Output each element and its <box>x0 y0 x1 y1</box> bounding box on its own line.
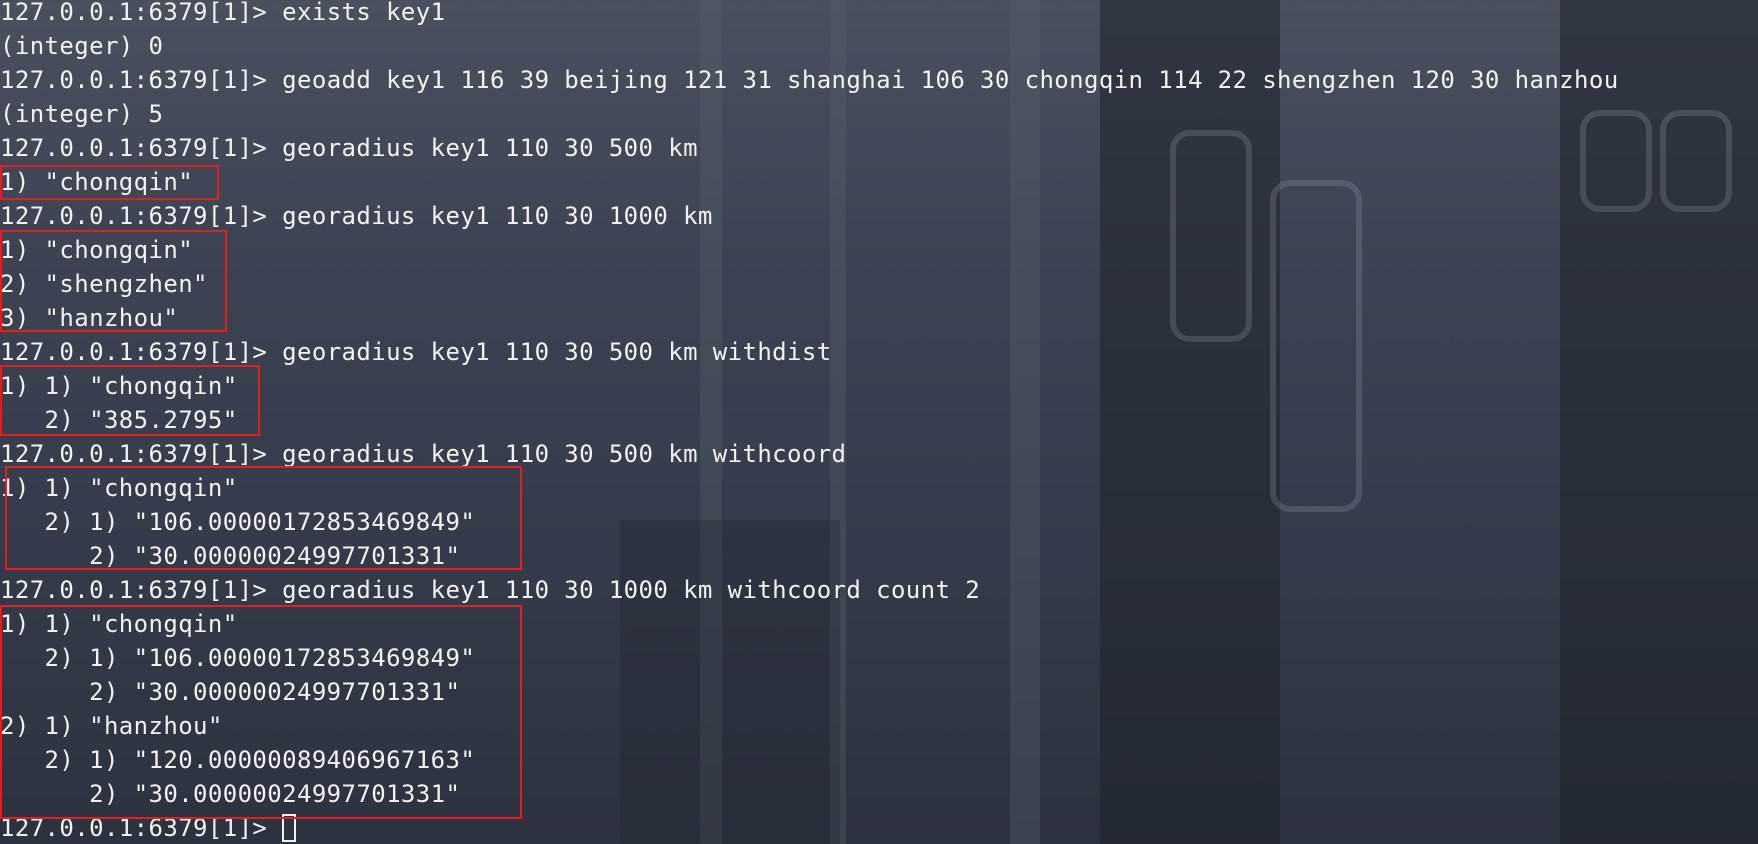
terminal-window[interactable]: 127.0.0.1:6379[1]> exists key1 (integer)… <box>0 0 1758 844</box>
highlight-box-result-5 <box>0 605 522 819</box>
prompt: 127.0.0.1:6379[1]> <box>0 0 283 26</box>
command-text: georadius key1 110 30 500 km withdist <box>282 338 832 366</box>
prompt: 127.0.0.1:6379[1]> <box>0 576 283 604</box>
highlight-box-result-4 <box>5 466 522 570</box>
terminal-line: 127.0.0.1:6379[1]> exists key1 <box>0 0 445 29</box>
prompt: 127.0.0.1:6379[1]> <box>0 202 283 230</box>
terminal-output: (integer) 0 <box>0 32 164 60</box>
terminal-line: 127.0.0.1:6379[1]> georadius key1 110 30… <box>0 573 980 607</box>
highlight-box-result-3 <box>0 365 260 436</box>
prompt: 127.0.0.1:6379[1]> <box>0 134 283 162</box>
command-text: georadius key1 110 30 1000 km <box>282 202 713 230</box>
prompt: 127.0.0.1:6379[1]> <box>0 440 283 468</box>
command-text: georadius key1 110 30 500 km withcoord <box>282 440 847 468</box>
prompt: 127.0.0.1:6379[1]> <box>0 66 283 94</box>
command-text: geoadd key1 116 39 beijing 121 31 shangh… <box>282 66 1619 94</box>
prompt: 127.0.0.1:6379[1]> <box>0 338 283 366</box>
terminal-output: (integer) 5 <box>0 100 164 128</box>
terminal-line: 127.0.0.1:6379[1]> geoadd key1 116 39 be… <box>0 63 1619 97</box>
terminal-line: 127.0.0.1:6379[1]> georadius key1 110 30… <box>0 131 698 165</box>
command-text: georadius key1 110 30 1000 km withcoord … <box>282 576 981 604</box>
command-text: georadius key1 110 30 500 km <box>282 134 698 162</box>
command-text: exists key1 <box>282 0 446 26</box>
highlight-box-result-2 <box>0 230 227 332</box>
terminal-line: 127.0.0.1:6379[1]> georadius key1 110 30… <box>0 199 713 233</box>
highlight-box-result-1 <box>0 165 219 200</box>
terminal-line: 127.0.0.1:6379[1]> georadius key1 110 30… <box>0 335 832 369</box>
